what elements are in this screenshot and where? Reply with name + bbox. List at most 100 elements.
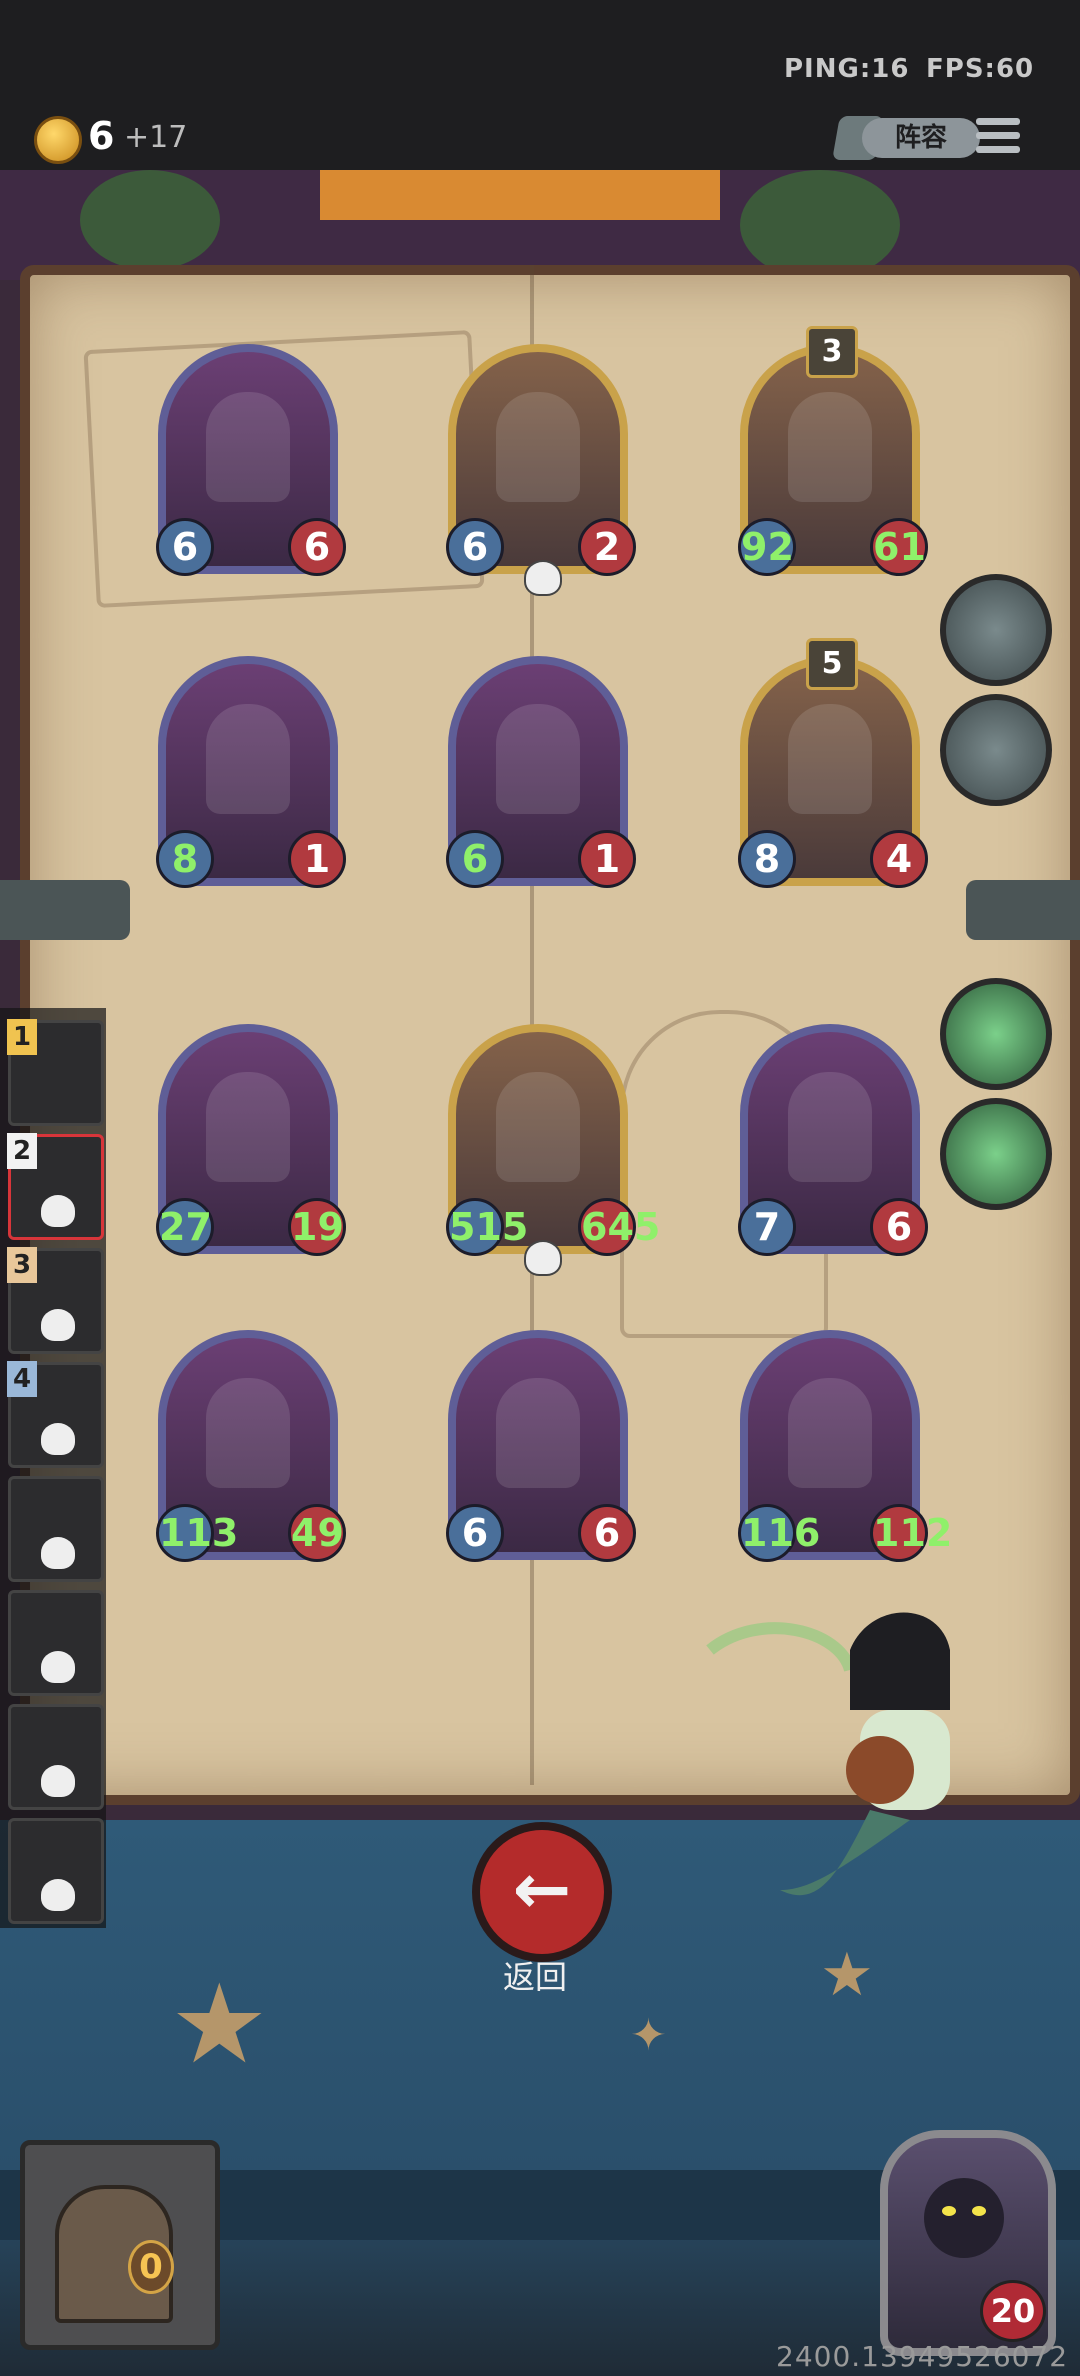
minion-portrait: [496, 1072, 580, 1182]
minion-attack: 113: [156, 1504, 238, 1562]
opponent-rank: 1: [7, 1019, 37, 1055]
minion-portrait: [788, 1072, 872, 1182]
minion-portrait: [788, 1378, 872, 1488]
stage-light: [320, 170, 720, 220]
minion-card[interactable]: 81: [156, 656, 346, 888]
minion-card[interactable]: 116 112: [738, 1330, 952, 1562]
skull-icon: [41, 1195, 75, 1227]
minion-health: 19: [288, 1198, 346, 1256]
minion-health: 2: [578, 518, 636, 576]
opponent-entry[interactable]: [8, 1704, 104, 1810]
back-button[interactable]: ←: [472, 1822, 612, 1962]
ping-label: PING:16: [784, 54, 910, 84]
menu-icon[interactable]: [976, 114, 1024, 158]
skull-icon: [524, 560, 562, 596]
minion-portrait: [788, 704, 872, 814]
hero-eye: [972, 2206, 986, 2216]
moon-relic-icon[interactable]: [940, 574, 1052, 686]
minion-health: 112: [870, 1504, 952, 1562]
minion-health: 6: [578, 1504, 636, 1562]
minion-portrait: [496, 392, 580, 502]
book-clamp: [0, 880, 130, 940]
cat-hero-icon: [924, 2178, 1004, 2258]
skull-icon: [41, 1309, 75, 1341]
minion-card[interactable]: 66: [446, 1330, 636, 1562]
opponent-rank: 2: [7, 1133, 37, 1169]
skull-icon: [41, 1651, 75, 1683]
arrow-left-icon: ←: [512, 1848, 572, 1930]
opponent-entry[interactable]: 3: [7, 1247, 104, 1354]
opponent-entry[interactable]: [8, 1590, 104, 1696]
star-decor: ✦: [630, 2010, 667, 2061]
back-label: 返回: [502, 1958, 567, 1996]
leaf-decor: [80, 170, 220, 270]
minion-card[interactable]: 62: [446, 344, 636, 596]
minion-health: 49: [288, 1504, 346, 1562]
mermaid-bard-character: [700, 1590, 1020, 1930]
minion-card[interactable]: 113 49: [156, 1330, 346, 1562]
star-decor: ★: [170, 1960, 269, 2088]
skull-icon: [41, 1765, 75, 1797]
minion-card[interactable]: 27 19: [156, 1024, 346, 1256]
skull-icon: [524, 1240, 562, 1276]
minion-attack: 6: [156, 518, 214, 576]
skull-icon: [41, 1879, 75, 1911]
gold-income: +17: [124, 120, 188, 155]
minion-health: 1: [578, 830, 636, 888]
spider-relic-icon[interactable]: [940, 694, 1052, 806]
minion-portrait: [206, 392, 290, 502]
minion-portrait: [206, 1378, 290, 1488]
gold-coin-icon: [34, 116, 82, 164]
minion-portrait: [206, 704, 290, 814]
minion-attack: 8: [156, 830, 214, 888]
star-decor: ★: [820, 1940, 874, 2010]
minion-attack: 116: [738, 1504, 820, 1562]
minion-health: 645: [578, 1198, 660, 1256]
fps-label: FPS:60: [926, 54, 1035, 84]
minion-attack: 8: [738, 830, 796, 888]
minion-attack: 515: [446, 1198, 528, 1256]
lineup-button[interactable]: 阵容: [862, 118, 980, 158]
book-clamp: [966, 880, 1080, 940]
minion-portrait: [788, 392, 872, 502]
top-bar: PING:16 FPS:60 6 +17 阵容: [0, 0, 1080, 170]
opponent-rank: 4: [7, 1361, 37, 1397]
minion-attack: 7: [738, 1198, 796, 1256]
gold-amount: 6: [88, 114, 115, 158]
minion-health: 4: [870, 830, 928, 888]
hero-hp: 20: [980, 2280, 1046, 2342]
opponent-entry[interactable]: [8, 1476, 104, 1582]
minion-health: 1: [288, 830, 346, 888]
minion-attack: 6: [446, 518, 504, 576]
session-id: 2400.13949526072: [776, 2340, 1069, 2373]
minion-card[interactable]: 8 4 5: [738, 638, 928, 888]
minion-portrait: [496, 1378, 580, 1488]
skull-icon: [41, 1423, 75, 1455]
opponent-entry[interactable]: 1: [7, 1019, 104, 1126]
minion-health: 6: [870, 1198, 928, 1256]
minion-portrait: [496, 704, 580, 814]
minion-attack: 6: [446, 830, 504, 888]
minion-card[interactable]: 92 61 3: [738, 326, 928, 576]
frog-relic-icon[interactable]: [940, 1098, 1052, 1210]
minion-level: 5: [806, 638, 858, 690]
hero-eye: [942, 2206, 956, 2216]
opponent-entry[interactable]: 4: [7, 1361, 104, 1468]
treasure-chest[interactable]: [20, 2140, 220, 2350]
minion-level: 3: [806, 326, 858, 378]
mermaid-bard-art: [706, 1612, 950, 1896]
skull-icon: [41, 1537, 75, 1569]
minion-card[interactable]: 515 645: [446, 1024, 660, 1276]
minion-card[interactable]: 66: [156, 344, 346, 576]
minion-attack: 92: [738, 518, 796, 576]
opponent-entry[interactable]: 2: [7, 1133, 104, 1240]
minion-attack: 6: [446, 1504, 504, 1562]
leaf-decor: [740, 170, 900, 280]
minion-card[interactable]: 61: [446, 656, 636, 888]
treasure-count: 0: [128, 2240, 174, 2294]
opponent-rank: 3: [7, 1247, 37, 1283]
opponent-entry[interactable]: [8, 1818, 104, 1924]
minion-attack: 27: [156, 1198, 214, 1256]
frog-relic-icon[interactable]: [940, 978, 1052, 1090]
minion-card[interactable]: 76: [738, 1024, 928, 1256]
